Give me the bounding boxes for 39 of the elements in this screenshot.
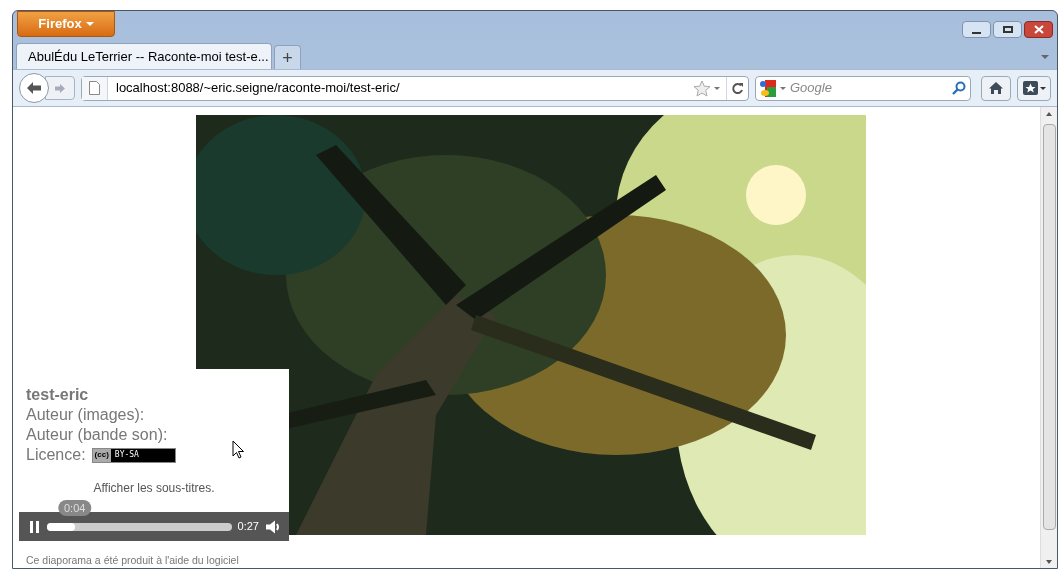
slideshow-title: test-eric: [26, 385, 90, 405]
dropdown-icon[interactable]: [714, 86, 720, 90]
home-icon: [988, 81, 1004, 95]
subtitles-link[interactable]: Afficher les sous-titres.: [93, 479, 215, 497]
licence-badge[interactable]: (cc) BY-SA: [91, 447, 176, 463]
new-tab-button[interactable]: +: [274, 45, 301, 69]
star-icon[interactable]: [693, 79, 711, 97]
page-icon: [89, 81, 100, 95]
search-icon[interactable]: [952, 81, 966, 95]
caret-icon: [1039, 86, 1046, 90]
address-field[interactable]: localhost:8088/~eric.seigne/raconte-moi/test-eric/: [81, 75, 749, 101]
maximize-button[interactable]: [993, 21, 1022, 38]
forward-arrow-icon: [54, 82, 66, 94]
field-label: Auteur (bande son):: [26, 425, 169, 445]
back-button[interactable]: [19, 73, 49, 103]
search-bar[interactable]: Google: [755, 75, 971, 101]
footer-text: Ce diaporama a été produit à l'aide du logiciel: [26, 553, 239, 568]
current-time-tooltip: 0:04: [57, 499, 92, 516]
scrollbar[interactable]: [1040, 107, 1057, 568]
search-field[interactable]: Google: [790, 78, 948, 98]
caret-icon: [85, 22, 94, 26]
tab-list-icon[interactable]: [1041, 55, 1049, 59]
licence-label: Licence:: [26, 445, 86, 465]
back-arrow-icon: [26, 81, 42, 95]
home-button[interactable]: [981, 75, 1011, 101]
bookmarks-button[interactable]: [1017, 75, 1051, 101]
close-icon: [1033, 25, 1044, 34]
duration-label: 0:27: [237, 519, 259, 535]
close-button[interactable]: [1024, 21, 1053, 38]
field-label: Auteur (images):: [26, 405, 146, 425]
dropdown-icon[interactable]: [780, 86, 786, 90]
browser-tab[interactable]: AbulÉdu LeTerrier -- Raconte-moi test-e...: [16, 43, 272, 69]
bookmark-star-icon: [1022, 81, 1038, 95]
mouse-cursor-icon: [231, 440, 245, 460]
reload-icon[interactable]: [731, 81, 744, 95]
minimize-button[interactable]: [962, 21, 991, 38]
volume-icon[interactable]: [265, 519, 281, 534]
search-engine-icon: [760, 79, 776, 97]
pause-button[interactable]: [27, 519, 41, 534]
